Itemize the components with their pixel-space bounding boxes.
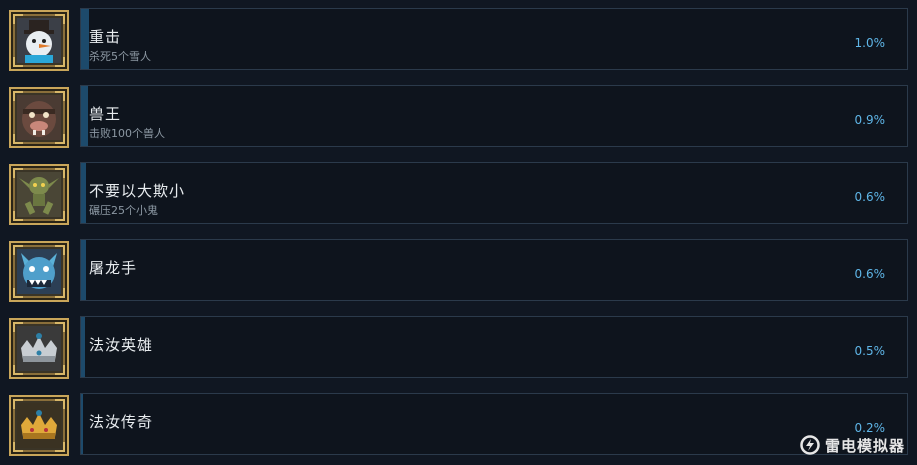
progress-bar [81, 9, 90, 69]
achievement-panel: 屠龙手 0.6% [80, 239, 908, 301]
achievement-panel: 不要以大欺小 碾压25个小鬼 0.6% [80, 162, 908, 224]
achievement-percent: 0.5% [854, 344, 886, 358]
achievement-title: 屠龙手 [89, 259, 138, 277]
achievement-description: 碾压25个小鬼 [89, 204, 158, 217]
watermark: 雷电模拟器 [800, 434, 905, 456]
achievement-title: 不要以大欺小 [89, 182, 186, 200]
achievement-row-6[interactable]: 法汝传奇 0.2% [0, 393, 917, 459]
achievement-title: 法汝传奇 [89, 413, 154, 431]
achievement-title: 重击 [89, 28, 122, 46]
leidian-logo-icon [800, 435, 820, 455]
achievement-row-3[interactable]: 不要以大欺小 碾压25个小鬼 0.6% [0, 162, 917, 228]
snowman-icon [17, 18, 61, 63]
achievement-percent: 1.0% [854, 36, 886, 50]
achievement-panel: 法汝传奇 0.2% [80, 393, 908, 455]
dragon-icon [17, 249, 61, 294]
achievement-description: 击败100个兽人 [89, 127, 165, 140]
achievement-panel: 重击 杀死5个雪人 1.0% [80, 8, 908, 70]
progress-bar [81, 240, 86, 300]
progress-bar [81, 163, 86, 223]
achievement-icon-frame [9, 10, 69, 71]
achievement-icon-frame [9, 395, 69, 456]
progress-bar [81, 86, 89, 146]
achievement-row-2[interactable]: 兽王 击败100个兽人 0.9% [0, 85, 917, 151]
achievement-percent: 0.9% [854, 113, 886, 127]
gold-crown-icon [17, 403, 61, 448]
progress-bar [81, 394, 83, 454]
achievement-percent: 0.2% [854, 421, 886, 435]
achievement-icon-frame [9, 241, 69, 302]
orc-icon [17, 95, 61, 140]
achievement-description: 杀死5个雪人 [89, 50, 151, 63]
achievement-panel: 兽王 击败100个兽人 0.9% [80, 85, 908, 147]
achievement-icon-frame [9, 318, 69, 379]
silver-crown-icon [17, 326, 61, 371]
goblin-icon [17, 172, 61, 217]
achievement-panel: 法汝英雄 0.5% [80, 316, 908, 378]
achievement-icon-frame [9, 164, 69, 225]
progress-bar [81, 317, 86, 377]
watermark-text: 雷电模拟器 [824, 436, 905, 455]
achievement-title: 法汝英雄 [89, 336, 154, 354]
achievement-title: 兽王 [89, 105, 122, 123]
achievement-percent: 0.6% [854, 190, 886, 204]
achievement-icon-frame [9, 87, 69, 148]
achievement-row-1[interactable]: 重击 杀死5个雪人 1.0% [0, 8, 917, 74]
achievement-row-4[interactable]: 屠龙手 0.6% [0, 239, 917, 305]
achievement-percent: 0.6% [854, 267, 886, 281]
achievement-row-5[interactable]: 法汝英雄 0.5% [0, 316, 917, 382]
